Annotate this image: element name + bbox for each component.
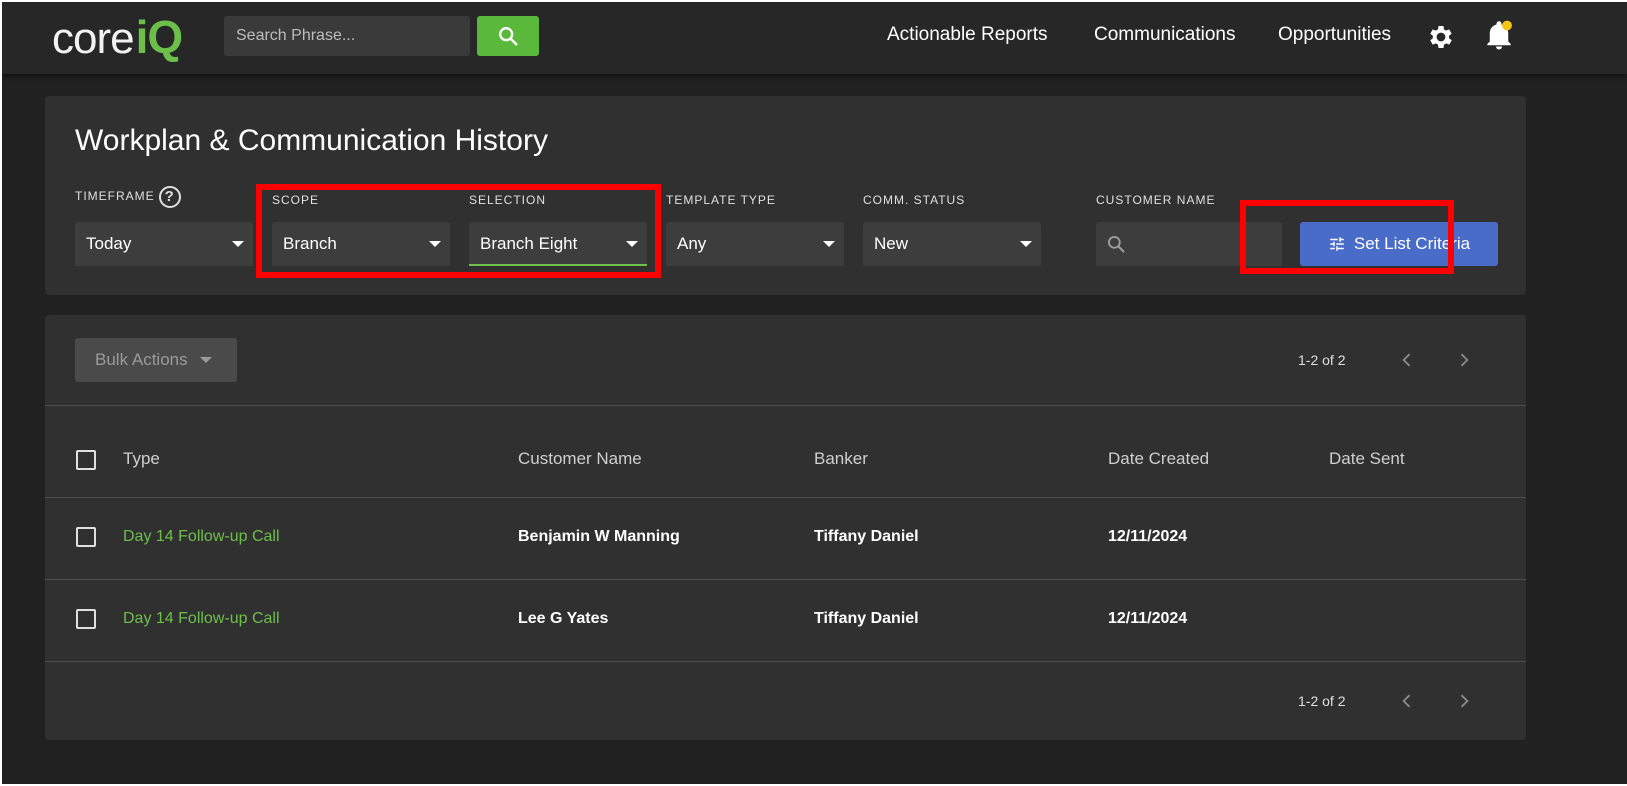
top-bar: coreiQ Actionable Reports Communications… <box>2 2 1627 74</box>
row-date-created: 12/11/2024 <box>1108 610 1188 627</box>
page-title: Workplan & Communication History <box>75 124 548 157</box>
pagination-text-bottom: 1-2 of 2 <box>1298 693 1346 709</box>
template-type-label: TEMPLATE TYPE <box>666 193 776 207</box>
chevron-down-icon <box>232 241 244 247</box>
results-panel: Bulk Actions 1-2 of 2 Type Customer Name… <box>45 315 1526 740</box>
chevron-down-icon <box>1020 241 1032 247</box>
template-type-select[interactable]: Any <box>666 222 844 266</box>
selection-label: SELECTION <box>469 193 547 207</box>
customer-name-label: CUSTOMER NAME <box>1096 193 1216 207</box>
customer-name-field[interactable] <box>1096 222 1282 266</box>
row-customer-name: Benjamin W Manning <box>518 528 680 545</box>
pagination-text: 1-2 of 2 <box>1298 352 1346 368</box>
chevron-down-icon <box>429 241 441 247</box>
comm-status-label: COMM. STATUS <box>863 193 966 207</box>
set-list-criteria-button[interactable]: Set List Criteria <box>1300 222 1498 266</box>
scope-label: SCOPE <box>272 193 320 207</box>
column-header-banker[interactable]: Banker <box>814 449 868 469</box>
row-type-link[interactable]: Day 14 Follow-up Call <box>123 528 280 546</box>
chevron-down-icon <box>626 241 638 247</box>
bulk-actions-label: Bulk Actions <box>95 350 188 369</box>
divider <box>45 405 1526 406</box>
app-window: coreiQ Actionable Reports Communications… <box>2 2 1627 784</box>
chevron-right-icon[interactable] <box>1454 350 1474 370</box>
gear-icon[interactable] <box>1426 22 1456 52</box>
timeframe-select[interactable]: Today <box>75 222 253 266</box>
chevron-down-icon <box>199 357 212 363</box>
divider <box>45 579 1526 580</box>
customer-name-input[interactable] <box>1132 222 1277 266</box>
timeframe-label: TIMEFRAME? <box>75 186 181 208</box>
selection-select[interactable]: Branch Eight <box>469 222 647 266</box>
row-banker: Tiffany Daniel <box>814 528 919 545</box>
notification-dot <box>1502 20 1512 31</box>
divider <box>45 497 1526 498</box>
row-customer-name: Lee G Yates <box>518 610 609 627</box>
row-date-created: 12/11/2024 <box>1108 528 1188 545</box>
scope-select[interactable]: Branch <box>272 222 450 266</box>
bulk-actions-button[interactable]: Bulk Actions <box>75 338 237 382</box>
row-checkbox[interactable] <box>76 527 96 547</box>
help-icon[interactable]: ? <box>158 186 181 208</box>
selection-value: Branch Eight <box>480 234 578 253</box>
filter-panel: Workplan & Communication History TIMEFRA… <box>45 96 1526 295</box>
column-header-type[interactable]: Type <box>123 449 160 469</box>
timeframe-value: Today <box>86 234 132 253</box>
column-header-customer-name[interactable]: Customer Name <box>518 449 642 469</box>
row-banker: Tiffany Daniel <box>814 610 919 627</box>
nav-actionable-reports[interactable]: Actionable Reports <box>887 24 1048 46</box>
search-icon <box>1108 236 1125 253</box>
bell-icon[interactable] <box>1484 20 1514 52</box>
search-icon <box>499 27 518 46</box>
comm-status-value: New <box>874 234 909 253</box>
chevron-down-icon <box>823 241 835 247</box>
nav-opportunities[interactable]: Opportunities <box>1278 24 1391 46</box>
row-checkbox[interactable] <box>76 609 96 629</box>
column-header-date-sent[interactable]: Date Sent <box>1329 449 1405 469</box>
logo-core-text: core <box>52 14 135 63</box>
template-type-value: Any <box>677 234 707 253</box>
search-button[interactable] <box>477 16 539 56</box>
nav-communications[interactable]: Communications <box>1094 24 1236 46</box>
coreiq-logo[interactable]: core iQ <box>52 10 183 63</box>
chevron-right-icon[interactable] <box>1454 691 1474 711</box>
chevron-left-icon[interactable] <box>1397 350 1417 370</box>
scope-value: Branch <box>283 234 337 253</box>
row-type-link[interactable]: Day 14 Follow-up Call <box>123 610 280 628</box>
logo-iq-text: iQ <box>135 11 184 63</box>
column-header-date-created[interactable]: Date Created <box>1108 449 1209 469</box>
chevron-left-icon[interactable] <box>1397 691 1417 711</box>
select-all-checkbox[interactable] <box>76 450 96 470</box>
search-input[interactable] <box>224 16 470 56</box>
set-list-criteria-label: Set List Criteria <box>1353 234 1471 253</box>
tune-icon <box>1330 237 1344 251</box>
comm-status-select[interactable]: New <box>863 222 1041 266</box>
divider <box>45 661 1526 662</box>
